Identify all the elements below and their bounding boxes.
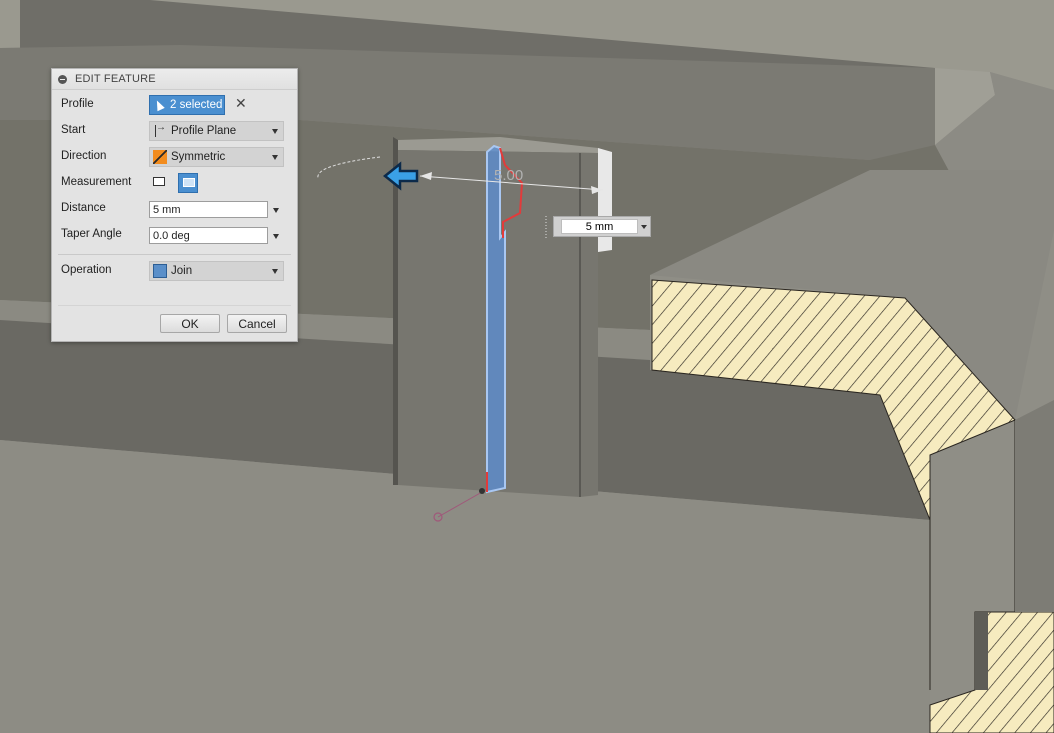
- ok-button[interactable]: OK: [160, 314, 220, 333]
- chevron-down-icon: [272, 155, 278, 160]
- start-dropdown[interactable]: Profile Plane: [149, 121, 284, 141]
- operation-label: Operation: [61, 264, 112, 276]
- canvas-distance-input[interactable]: 5 mm: [561, 219, 638, 234]
- distance-input[interactable]: [149, 201, 268, 218]
- profile-plane-icon: [153, 122, 167, 138]
- chevron-down-icon[interactable]: [641, 225, 647, 229]
- pillar-side: [393, 137, 398, 485]
- chevron-down-icon[interactable]: [273, 234, 279, 239]
- symmetric-icon: [153, 150, 167, 164]
- taper-angle-input[interactable]: [149, 227, 268, 244]
- divider: [58, 254, 291, 255]
- clear-selection-icon[interactable]: ✕: [235, 95, 247, 112]
- taper-angle-row: Taper Angle: [52, 224, 297, 246]
- chevron-down-icon[interactable]: [273, 208, 279, 213]
- cancel-button[interactable]: Cancel: [227, 314, 287, 333]
- footer-divider: [58, 305, 291, 306]
- taper-angle-control: [149, 227, 279, 244]
- join-icon: [153, 264, 167, 278]
- profile-select-button[interactable]: 2 selected: [149, 95, 225, 115]
- dialog-title: EDIT FEATURE: [75, 73, 156, 85]
- distance-label: Distance: [61, 202, 106, 214]
- direction-row: Direction Symmetric: [52, 146, 297, 168]
- section-slot: [975, 612, 988, 690]
- edit-feature-dialog: EDIT FEATURE Profile 2 selected ✕ Start …: [51, 68, 298, 342]
- section-side-face: [1015, 400, 1054, 612]
- profile-value: 2 selected: [170, 99, 223, 111]
- whole-length-icon[interactable]: [178, 173, 199, 193]
- profile-endpoint: [479, 488, 485, 494]
- canvas-distance-box: 5 mm: [553, 216, 651, 237]
- measurement-label: Measurement: [61, 176, 132, 188]
- operation-row: Operation Join: [52, 260, 297, 282]
- operation-dropdown[interactable]: Join: [149, 261, 284, 281]
- distance-control: [149, 201, 279, 218]
- measurement-row: Measurement: [52, 172, 297, 194]
- distance-row: Distance: [52, 198, 297, 220]
- dialog-header: EDIT FEATURE: [52, 69, 297, 90]
- operation-value: Join: [171, 265, 193, 277]
- chevron-down-icon: [272, 129, 278, 134]
- direction-value: Symmetric: [171, 151, 226, 163]
- taper-angle-label: Taper Angle: [61, 228, 122, 240]
- profile-label: Profile: [61, 98, 94, 110]
- collapse-icon[interactable]: [58, 74, 67, 84]
- direction-dropdown[interactable]: Symmetric: [149, 147, 284, 167]
- start-label: Start: [61, 124, 86, 136]
- measurement-toggle-group: [149, 173, 204, 193]
- cursor-icon: [153, 98, 165, 112]
- start-value: Profile Plane: [171, 125, 237, 137]
- half-length-icon[interactable]: [149, 173, 169, 193]
- start-row: Start Profile Plane: [52, 120, 297, 142]
- profile-row: Profile 2 selected ✕: [52, 94, 297, 116]
- dimension-ghost-text: 5.00: [494, 167, 523, 184]
- chevron-down-icon: [272, 269, 278, 274]
- direction-label: Direction: [61, 150, 107, 162]
